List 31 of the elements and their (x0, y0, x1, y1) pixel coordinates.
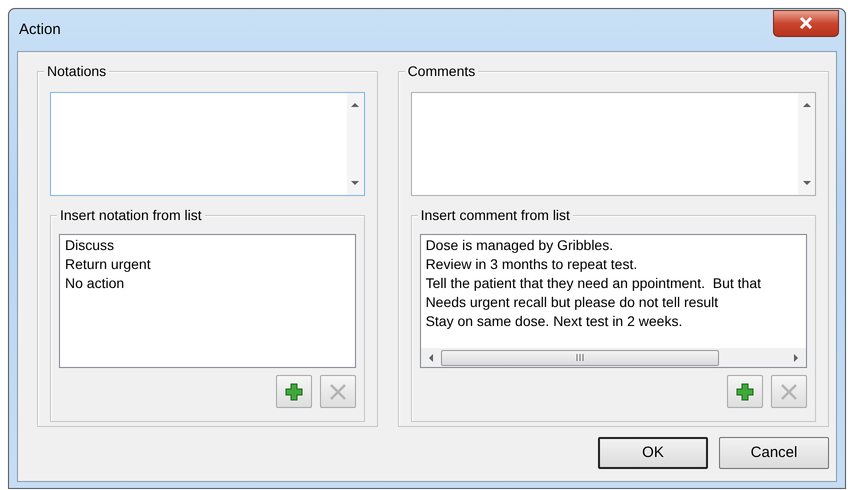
scroll-left-arrow-icon[interactable] (426, 354, 435, 362)
add-button[interactable] (727, 375, 763, 408)
scrollbar[interactable] (346, 93, 364, 195)
plus-icon (735, 382, 755, 402)
window-title: Action (19, 20, 61, 40)
list-item[interactable]: Needs urgent recall but please do not tell result (420, 293, 806, 312)
delete-icon (779, 382, 799, 402)
plus-icon (284, 382, 304, 402)
scroll-down-arrow-icon[interactable] (802, 179, 810, 187)
scroll-right-arrow-icon[interactable] (792, 354, 800, 362)
list-item[interactable]: Stay on same dose. Next test in 2 weeks. (420, 312, 806, 331)
text-field[interactable] (410, 92, 816, 196)
ok-button[interactable]: OK (598, 437, 708, 469)
delete-icon (328, 382, 348, 402)
text-field[interactable] (50, 92, 365, 196)
scrollbar[interactable] (798, 93, 815, 195)
list-item[interactable]: Discuss (60, 236, 355, 255)
close-icon (799, 17, 813, 29)
list-item[interactable]: Review in 3 months to repeat test. (420, 255, 806, 274)
scroll-thumb[interactable] (440, 350, 719, 366)
close-button[interactable] (773, 10, 839, 36)
list-item[interactable]: Return urgent (60, 255, 355, 274)
scroll-up-arrow-icon[interactable] (802, 101, 810, 109)
cancel-button[interactable]: Cancel (719, 437, 829, 469)
list-item[interactable]: Dose is managed by Gribbles. (420, 236, 806, 255)
list-item[interactable]: Tell the patient that they need an ppointment. But that (420, 274, 806, 293)
scroll-up-arrow-icon[interactable] (351, 101, 360, 109)
scrollbar[interactable] (420, 348, 806, 367)
scroll-down-arrow-icon[interactable] (351, 179, 360, 187)
add-button[interactable] (276, 375, 312, 408)
list-item[interactable]: No action (60, 274, 355, 293)
